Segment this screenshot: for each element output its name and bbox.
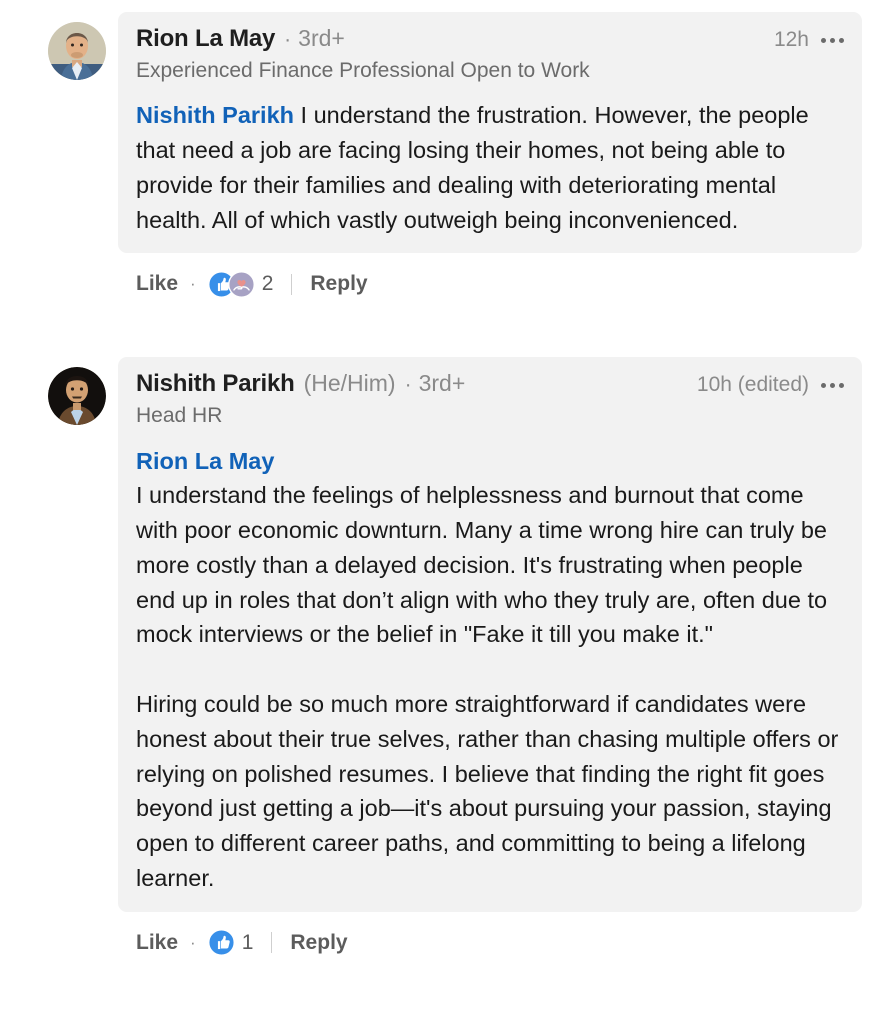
comment-bubble: Nishith Parikh (He/Him) · 3rd+ 10h (edit… <box>118 357 862 912</box>
comment-actions: Like · 2 Reply <box>118 269 862 299</box>
comment-body: Rion La May I understand the feelings of… <box>136 444 844 896</box>
comment-item: Rion La May · 3rd+ 12h Experienced Finan… <box>0 12 879 299</box>
action-divider <box>291 273 293 295</box>
comment-content: Nishith Parikh (He/Him) · 3rd+ 10h (edit… <box>118 357 862 957</box>
ellipsis-icon[interactable] <box>821 382 844 388</box>
mention-link[interactable]: Rion La May <box>136 444 844 479</box>
author-block: Rion La May · 3rd+ <box>136 25 345 53</box>
author-name[interactable]: Rion La May <box>136 25 275 53</box>
like-button[interactable]: Like <box>136 272 178 296</box>
comment-paragraph: Hiring could be so much more straightfor… <box>136 691 839 891</box>
comment-thread: Rion La May · 3rd+ 12h Experienced Finan… <box>0 0 879 958</box>
comment-paragraph: I understand the feelings of helplessnes… <box>136 482 828 648</box>
comment-bubble: Rion La May · 3rd+ 12h Experienced Finan… <box>118 12 862 254</box>
author-headline: Experienced Finance Professional Open to… <box>136 59 590 82</box>
reactions-summary[interactable]: 2 <box>207 270 274 298</box>
header-meta: 10h (edited) <box>687 373 844 397</box>
support-heart-hands-icon <box>227 270 255 298</box>
comment-actions: Like · 1 Reply <box>118 928 862 958</box>
separator-dot: · <box>404 373 412 397</box>
reaction-count: 2 <box>261 272 274 296</box>
author-block: Nishith Parikh (He/Him) · 3rd+ <box>136 370 465 398</box>
timestamp: 12h <box>773 28 809 51</box>
comment-content: Rion La May · 3rd+ 12h Experienced Finan… <box>118 12 862 299</box>
author-name[interactable]: Nishith Parikh <box>136 370 295 398</box>
comment-header: Rion La May · 3rd+ 12h <box>136 25 844 53</box>
mention-paragraph: Rion La May <box>136 444 844 479</box>
reaction-count: 1 <box>241 930 254 954</box>
avatar[interactable] <box>48 22 106 80</box>
ellipsis-icon[interactable] <box>821 37 844 43</box>
avatar[interactable] <box>48 367 106 426</box>
comment-item: Nishith Parikh (He/Him) · 3rd+ 10h (edit… <box>0 357 879 957</box>
reply-button[interactable]: Reply <box>310 272 367 296</box>
author-headline: Head HR <box>136 404 223 428</box>
author-pronouns: (He/Him) <box>303 370 396 397</box>
action-separator-dot: · <box>190 274 196 294</box>
reaction-icons <box>207 270 255 298</box>
reactions-summary[interactable]: 1 <box>207 929 254 957</box>
connection-degree: 3rd+ <box>418 370 466 397</box>
reaction-icons <box>207 929 235 957</box>
comment-body: Nishith Parikh I understand the frustrat… <box>136 98 844 237</box>
header-meta: 12h <box>764 28 844 52</box>
action-divider <box>271 932 273 954</box>
timestamp: 10h (edited) <box>696 373 809 397</box>
reply-button[interactable]: Reply <box>290 931 347 955</box>
action-separator-dot: · <box>190 932 196 952</box>
separator-dot: · <box>284 28 292 51</box>
comment-header: Nishith Parikh (He/Him) · 3rd+ 10h (edit… <box>136 370 844 398</box>
comment-paragraph: Nishith Parikh I understand the frustrat… <box>136 98 844 237</box>
like-thumbs-up-icon <box>207 929 235 957</box>
mention-link[interactable]: Nishith Parikh <box>136 102 294 128</box>
connection-degree: 3rd+ <box>298 25 345 51</box>
like-button[interactable]: Like <box>136 931 178 955</box>
